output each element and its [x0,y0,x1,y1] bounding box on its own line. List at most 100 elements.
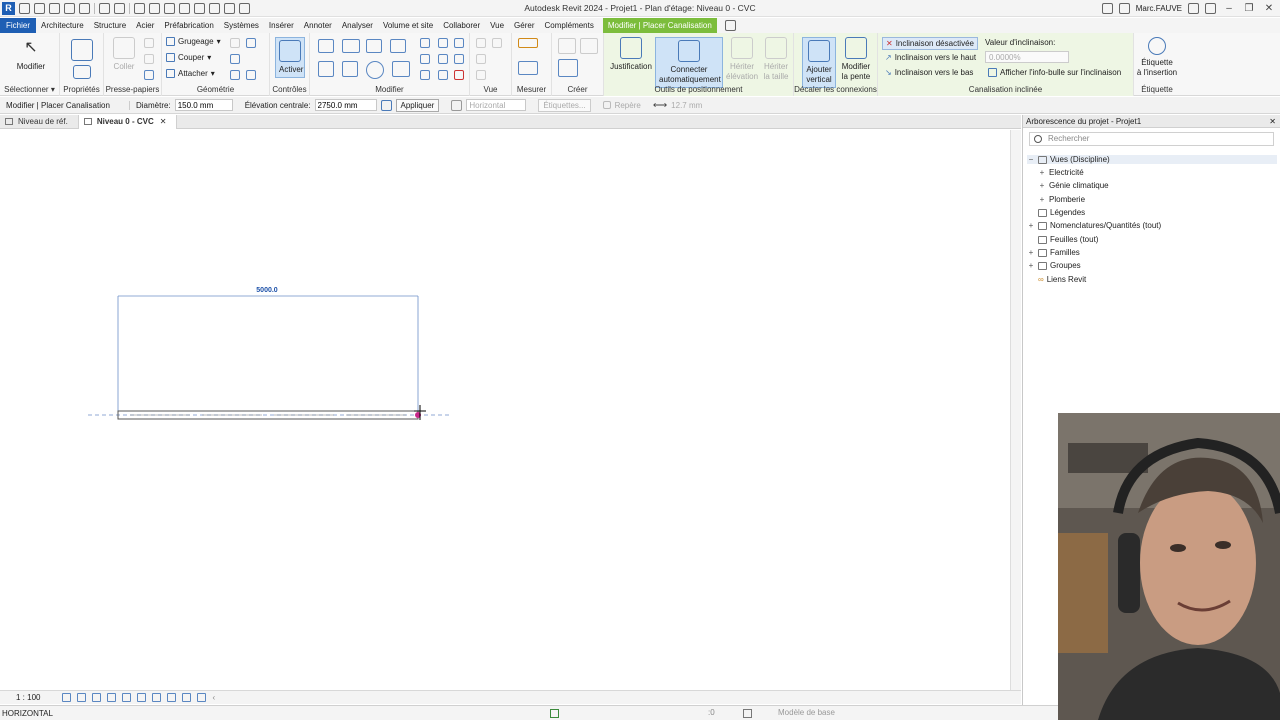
view-tool-icon[interactable] [476,70,486,80]
longueur-value[interactable]: 12.7 mm [671,101,702,110]
rotate-icon[interactable] [366,61,384,79]
pin-icon[interactable] [438,54,448,64]
copy-icon[interactable] [144,54,154,64]
heriter-taille-button[interactable]: Hériter la taille [760,37,792,82]
panel-label-selectionner[interactable]: Sélectionner ▾ [0,85,59,94]
couper-button[interactable]: Couper ▾ [166,53,211,62]
hide-icon[interactable] [476,38,486,48]
tree-node-genie-climatique[interactable]: + Génie climatique [1038,181,1109,190]
create-group-icon[interactable] [558,59,578,77]
tab-gerer[interactable]: Gérer [509,18,539,33]
mirror-axis-icon[interactable] [366,39,382,53]
repere-checkbox[interactable] [602,101,611,109]
binoculars-icon[interactable] [1101,3,1113,14]
heriter-elevation-button[interactable]: Hériter élévation [726,37,758,82]
view-tab-niveau-ref[interactable]: Niveau de réf. [0,115,79,129]
close-tab-icon[interactable]: ✕ [160,117,167,126]
worksets-icon[interactable] [550,709,559,718]
grugeage-button[interactable]: Grugeage ▾ [166,37,221,46]
tab-acier[interactable]: Acier [131,18,159,33]
tab-modifier-placer-canalisation[interactable]: Modifier | Placer Canalisation [602,18,717,33]
shadows-icon[interactable] [107,693,117,702]
geometry-tool-icon[interactable] [246,38,256,48]
tab-structure[interactable]: Structure [89,18,131,33]
etiquette-insertion-button[interactable]: Étiquette à l'insertion [1136,37,1178,78]
offset-icon[interactable] [342,39,360,53]
appliquer-button[interactable]: Appliquer [395,98,440,112]
view-tab-niveau-0-cvc[interactable]: Niveau 0 - CVC ✕ [78,115,178,129]
measure-tool-icon[interactable] [518,38,538,48]
justification-button[interactable]: Justification [608,37,654,72]
aligned-dimension-icon[interactable] [518,61,538,75]
close-icon[interactable]: ✕ [1262,3,1276,14]
linework-icon[interactable] [476,54,486,64]
scale-icon[interactable] [454,38,464,48]
tree-node-vues[interactable]: − Vues (Discipline) [1027,155,1277,164]
cut-icon[interactable] [144,38,154,48]
tree-node-feuilles[interactable]: Feuilles (tout) [1027,235,1098,244]
tab-annoter[interactable]: Annoter [299,18,337,33]
modifier-button[interactable]: ↖ Modifier [10,37,52,72]
design-options-icon[interactable] [743,709,752,718]
tab-analyser[interactable]: Analyser [337,18,378,33]
trim-extend-icon[interactable] [420,70,430,80]
attacher-button[interactable]: Attacher ▾ [166,69,215,78]
lock-icon[interactable] [380,99,392,111]
maximize-icon[interactable]: ❐ [1242,3,1256,14]
inclinaison-desactivee-button[interactable]: ✕ Inclinaison désactivée [882,37,978,50]
vertical-scrollbar[interactable] [1010,130,1021,690]
show-crop-icon[interactable] [137,693,147,702]
tree-node-familles[interactable]: + Familles [1027,248,1080,257]
browser-search-input[interactable]: Rechercher [1029,132,1274,146]
sun-path-icon[interactable] [92,693,102,702]
tab-systemes[interactable]: Systèmes [219,18,264,33]
panel-toggle-icon[interactable] [724,20,736,31]
valeur-inclinaison-select[interactable]: 0.0000% [985,51,1069,63]
visual-style-icon[interactable] [77,693,87,702]
copy-element-icon[interactable] [342,61,358,77]
highlight-icon[interactable] [197,693,207,702]
analysis-icon[interactable] [182,693,192,702]
trim-multiple-icon[interactable] [438,70,448,80]
geometry-tool-icon[interactable] [230,54,240,64]
unpin-icon[interactable] [454,54,464,64]
scroll-left-icon[interactable]: ‹ [212,693,215,702]
trim-icon[interactable] [392,61,410,77]
scale-value[interactable]: 1 : 100 [16,693,40,702]
drawing-canvas[interactable]: 5000.0 [0,130,1021,690]
inclinaison-haut-button[interactable]: ↗ Inclinaison vers le haut [885,53,976,62]
dimension-value[interactable]: 5000.0 [256,287,278,294]
activer-button[interactable]: Activer [275,37,305,78]
coller-button[interactable]: Coller [110,37,138,72]
tree-node-electricite[interactable]: + Electricité [1038,168,1084,177]
diametre-input[interactable] [174,99,233,111]
tab-complements[interactable]: Compléments [540,18,599,33]
tree-node-nomenclatures[interactable]: + Nomenclatures/Quantités (tout) [1027,221,1162,230]
mirror-draw-icon[interactable] [390,39,406,53]
paint-icon[interactable] [246,70,256,80]
afficher-infobulle-button[interactable]: Afficher l'info-bulle sur l'inclinaison [988,68,1121,77]
tab-vue[interactable]: Vue [485,18,509,33]
elevation-input[interactable] [314,99,377,111]
align-icon[interactable] [318,39,334,53]
inclinaison-bas-button[interactable]: ↘ Inclinaison vers le bas [885,68,973,77]
match-properties-icon[interactable] [144,70,154,80]
tree-node-groupes[interactable]: + Groupes [1027,261,1081,270]
tree-node-liens-revit[interactable]: ∞ Liens Revit [1027,275,1086,284]
close-icon[interactable]: ✕ [1269,115,1276,128]
override-icon[interactable] [492,38,502,48]
tab-collaborer[interactable]: Collaborer [438,18,485,33]
create-assembly-icon[interactable] [580,38,598,54]
modifier-pente-button[interactable]: Modifier la pente [838,37,874,82]
minimize-icon[interactable]: – [1222,3,1236,14]
geometry-tool-icon[interactable] [230,38,240,48]
tab-fichier[interactable]: Fichier [0,18,37,33]
temporary-hide-icon[interactable] [152,693,162,702]
connecter-automatiquement-button[interactable]: Connecter automatiquement [655,37,723,88]
justification-mini-icon[interactable] [451,99,463,111]
tab-volume-site[interactable]: Volume et site [378,18,438,33]
active-model[interactable]: Modèle de base [778,708,835,717]
delete-icon[interactable] [454,70,464,80]
detail-level-icon[interactable] [62,693,72,702]
properties-button[interactable] [70,37,94,82]
